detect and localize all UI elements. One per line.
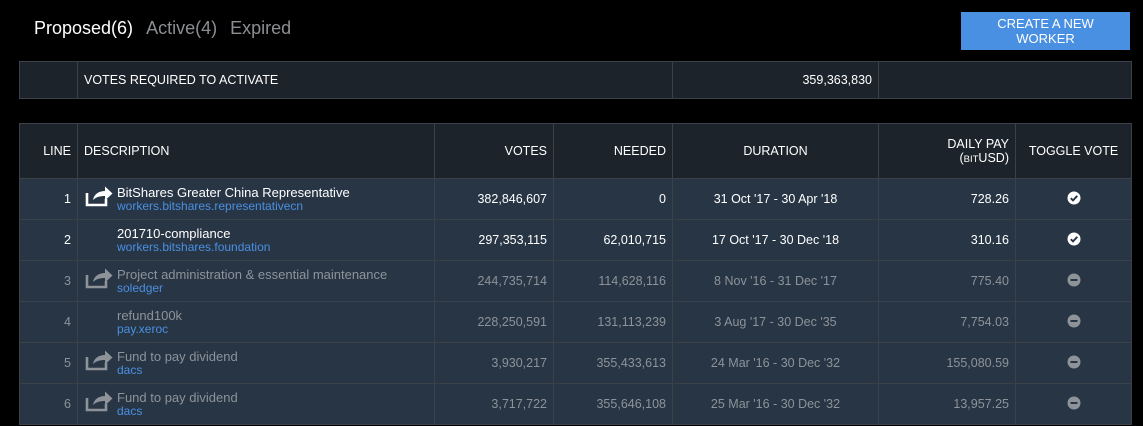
toggle-vote-cell: [1015, 260, 1132, 302]
needed-cell: 355,646,108: [553, 383, 673, 425]
votes-cell: 382,846,607: [434, 178, 554, 220]
table-row: 4 refund100k pay.xeroc 228,250,591 131,113,2…: [19, 301, 1132, 343]
needed-cell: 114,628,116: [553, 260, 673, 302]
duration-cell: 3 Aug '17 - 30 Dec '35: [672, 301, 879, 343]
minus-circle-icon[interactable]: [1067, 273, 1081, 287]
votes-required-label: VOTES REQUIRED TO ACTIVATE: [77, 61, 673, 99]
votes-cell: 3,717,722: [434, 383, 554, 425]
empty-cell: [19, 61, 78, 99]
daily-pay-cell: 155,080.59: [878, 342, 1016, 384]
column-header-daily-pay: DAILY PAY (BITUSD): [878, 123, 1016, 179]
worker-name: refund100k: [117, 308, 183, 323]
column-header-duration: DURATION: [672, 123, 879, 179]
worker-name: BitShares Greater China Representative: [117, 185, 350, 200]
share-arrow-icon: [84, 348, 114, 372]
duration-cell: 24 Mar '16 - 30 Dec '32: [672, 342, 879, 384]
workers-table: LINE DESCRIPTION VOTES NEEDED DURATION D…: [19, 123, 1132, 425]
column-header-needed: NEEDED: [553, 123, 673, 179]
minus-circle-icon[interactable]: [1067, 355, 1081, 369]
needed-cell: 131,113,239: [553, 301, 673, 343]
toggle-vote-cell: [1015, 383, 1132, 425]
daily-pay-cell: 310.16: [878, 219, 1016, 261]
worker-account-link[interactable]: soledger: [117, 282, 428, 295]
votes-cell: 3,930,217: [434, 342, 554, 384]
votes-required-value: 359,363,830: [672, 61, 879, 99]
column-header-description: DESCRIPTION: [77, 123, 435, 179]
tab-active[interactable]: Active(4): [146, 18, 217, 39]
check-circle-icon[interactable]: [1067, 191, 1081, 205]
line-number: 6: [19, 383, 78, 425]
votes-required-table: VOTES REQUIRED TO ACTIVATE 359,363,830: [19, 61, 1132, 99]
share-arrow-icon: [84, 266, 114, 290]
empty-cell: [878, 61, 1132, 99]
worker-tabs: Proposed(6) Active(4) Expired: [34, 18, 299, 39]
duration-cell: 17 Oct '17 - 30 Dec '18: [672, 219, 879, 261]
tab-expired[interactable]: Expired: [230, 18, 291, 39]
daily-pay-cell: 7,754.03: [878, 301, 1016, 343]
table-row: 1 BitShares Greater China Representative w…: [19, 178, 1132, 220]
share-arrow-icon: [84, 184, 114, 208]
needed-cell: 0: [553, 178, 673, 220]
minus-circle-icon[interactable]: [1067, 396, 1081, 410]
daily-pay-cell: 728.26: [878, 178, 1016, 220]
daily-pay-label: DAILY PAY: [947, 137, 1009, 151]
table-row: 3 Project administration & essential main…: [19, 260, 1132, 302]
description-cell: 201710-compliance workers.bitshares.found…: [77, 219, 435, 261]
worker-account-link[interactable]: workers.bitshares.foundation: [117, 241, 428, 254]
worker-name: Project administration & essential maint…: [117, 267, 388, 282]
tab-proposed[interactable]: Proposed(6): [34, 18, 133, 39]
create-new-worker-button[interactable]: CREATE A NEW WORKER: [961, 12, 1130, 50]
worker-account-link[interactable]: dacs: [117, 405, 428, 418]
duration-cell: 25 Mar '16 - 30 Dec '32: [672, 383, 879, 425]
toggle-vote-cell: [1015, 178, 1132, 220]
votes-cell: 244,735,714: [434, 260, 554, 302]
line-number: 5: [19, 342, 78, 384]
description-cell: Fund to pay dividend dacs: [77, 383, 435, 425]
share-arrow-icon: [84, 389, 114, 413]
daily-pay-unit: USD: [978, 151, 1005, 165]
description-cell: BitShares Greater China Representative wo…: [77, 178, 435, 220]
toggle-vote-cell: [1015, 342, 1132, 384]
worker-name: Fund to pay dividend: [117, 390, 238, 405]
column-header-votes: VOTES: [434, 123, 554, 179]
line-number: 1: [19, 178, 78, 220]
duration-cell: 31 Oct '17 - 30 Apr '18: [672, 178, 879, 220]
daily-pay-cell: 775.40: [878, 260, 1016, 302]
votes-cell: 228,250,591: [434, 301, 554, 343]
worker-account-link[interactable]: pay.xeroc: [117, 323, 428, 336]
line-number: 4: [19, 301, 78, 343]
table-header-row: LINE DESCRIPTION VOTES NEEDED DURATION D…: [19, 123, 1132, 179]
table-row: 5 Fund to pay dividend dacs 3,930,217 355,43…: [19, 342, 1132, 384]
check-circle-icon[interactable]: [1067, 232, 1081, 246]
minus-circle-icon[interactable]: [1067, 314, 1081, 328]
description-cell: refund100k pay.xeroc: [77, 301, 435, 343]
worker-name: Fund to pay dividend: [117, 349, 238, 364]
daily-pay-unit-prefix: BIT: [963, 154, 979, 165]
worker-account-link[interactable]: workers.bitshares.representativecn: [117, 200, 428, 213]
table-row: 6 Fund to pay dividend dacs 3,717,722 355,64…: [19, 383, 1132, 425]
toggle-vote-cell: [1015, 301, 1132, 343]
worker-name: 201710-compliance: [117, 226, 231, 241]
needed-cell: 62,010,715: [553, 219, 673, 261]
description-cell: Fund to pay dividend dacs: [77, 342, 435, 384]
votes-required-row: VOTES REQUIRED TO ACTIVATE 359,363,830: [19, 61, 1132, 99]
duration-cell: 8 Nov '16 - 31 Dec '17: [672, 260, 879, 302]
table-row: 2 201710-compliance workers.bitshares.foun…: [19, 219, 1132, 261]
worker-account-link[interactable]: dacs: [117, 364, 428, 377]
toggle-vote-cell: [1015, 219, 1132, 261]
votes-cell: 297,353,115: [434, 219, 554, 261]
daily-pay-cell: 13,957.25: [878, 383, 1016, 425]
line-number: 3: [19, 260, 78, 302]
column-header-toggle-vote: TOGGLE VOTE: [1015, 123, 1132, 179]
column-header-line: LINE: [19, 123, 78, 179]
description-cell: Project administration & essential maint…: [77, 260, 435, 302]
line-number: 2: [19, 219, 78, 261]
needed-cell: 355,433,613: [553, 342, 673, 384]
